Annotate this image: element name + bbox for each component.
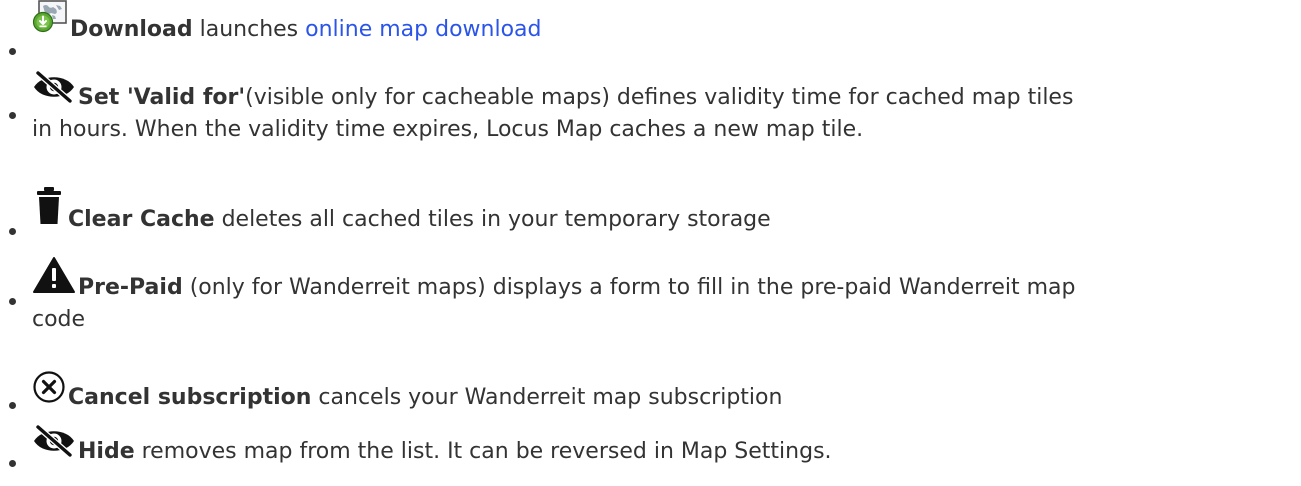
feature-list: Download launches online map download Se…	[0, 0, 1301, 474]
trash-icon[interactable]	[32, 186, 66, 236]
pre-paid-label: Pre-Paid	[78, 275, 183, 300]
eye-slash-icon[interactable]	[32, 70, 76, 114]
cancel-subscription-label: Cancel subscription	[68, 385, 312, 410]
clear-cache-label: Clear Cache	[68, 207, 215, 232]
online-map-download-link[interactable]: online map download	[305, 14, 541, 46]
pre-paid-text: (only for Wanderreit maps) displays a fo…	[182, 275, 1076, 300]
close-circle-icon[interactable]	[32, 370, 66, 414]
cancel-subscription-text: cancels your Wanderreit map subscription	[311, 385, 783, 410]
hide-text: removes map from the list. It can be rev…	[134, 439, 832, 464]
list-item-cancel-subscription: Cancel subscription cancels your Wanderr…	[4, 370, 1301, 412]
valid-for-text: (visible only for cacheable maps) define…	[245, 85, 1074, 110]
warning-icon[interactable]	[32, 256, 76, 304]
clear-cache-text: deletes all cached tiles in your tempora…	[214, 207, 771, 232]
list-item-download: Download launches online map download	[4, 0, 1301, 62]
valid-for-text-continued: in hours. When the validity time expires…	[32, 117, 864, 142]
download-label: Download	[70, 17, 193, 42]
list-item-pre-paid: Pre-Paid (only for Wanderreit maps) disp…	[4, 256, 1301, 354]
list-item-clear-cache: Clear Cache deletes all cached tiles in …	[4, 186, 1301, 240]
pre-paid-text-continued: code	[32, 307, 86, 332]
valid-for-label: Set 'Valid for'	[78, 85, 246, 110]
hide-label: Hide	[78, 439, 135, 464]
list-item-valid-for: Set 'Valid for' (visible only for cacheab…	[4, 70, 1301, 166]
list-item-hide: Hide removes map from the list. It can b…	[4, 424, 1301, 474]
eye-slash-icon[interactable]	[32, 424, 76, 468]
download-text: launches	[192, 17, 306, 42]
map-download-icon[interactable]	[32, 0, 68, 46]
